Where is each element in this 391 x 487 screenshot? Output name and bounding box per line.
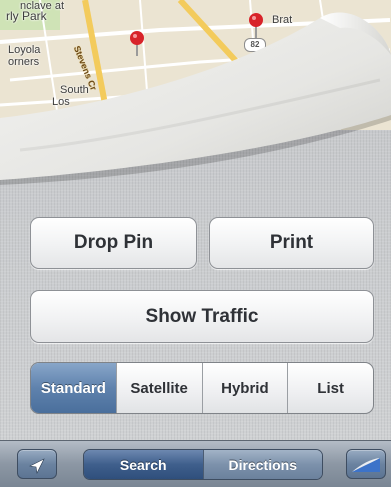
tab-search[interactable]: Search xyxy=(84,450,203,479)
location-arrow-icon xyxy=(29,458,45,474)
print-button[interactable]: Print xyxy=(209,217,374,269)
map-type-hybrid[interactable]: Hybrid xyxy=(201,363,288,413)
map-type-satellite[interactable]: Satellite xyxy=(115,363,202,413)
map-type-standard[interactable]: Standard xyxy=(31,363,116,413)
show-traffic-button[interactable]: Show Traffic xyxy=(30,290,374,343)
search-directions-segmented-control: Search Directions xyxy=(83,449,323,480)
map-type-segmented-control: Standard Satellite Hybrid List xyxy=(30,362,374,414)
drop-pin-button[interactable]: Drop Pin xyxy=(30,217,197,269)
tab-directions[interactable]: Directions xyxy=(202,450,322,479)
page-curl[interactable] xyxy=(0,0,391,200)
page-curl-button[interactable] xyxy=(346,449,386,479)
bottom-toolbar: Search Directions xyxy=(0,440,391,487)
page-curl-icon xyxy=(352,458,380,472)
locate-button[interactable] xyxy=(17,449,57,479)
map-type-list[interactable]: List xyxy=(287,363,373,413)
